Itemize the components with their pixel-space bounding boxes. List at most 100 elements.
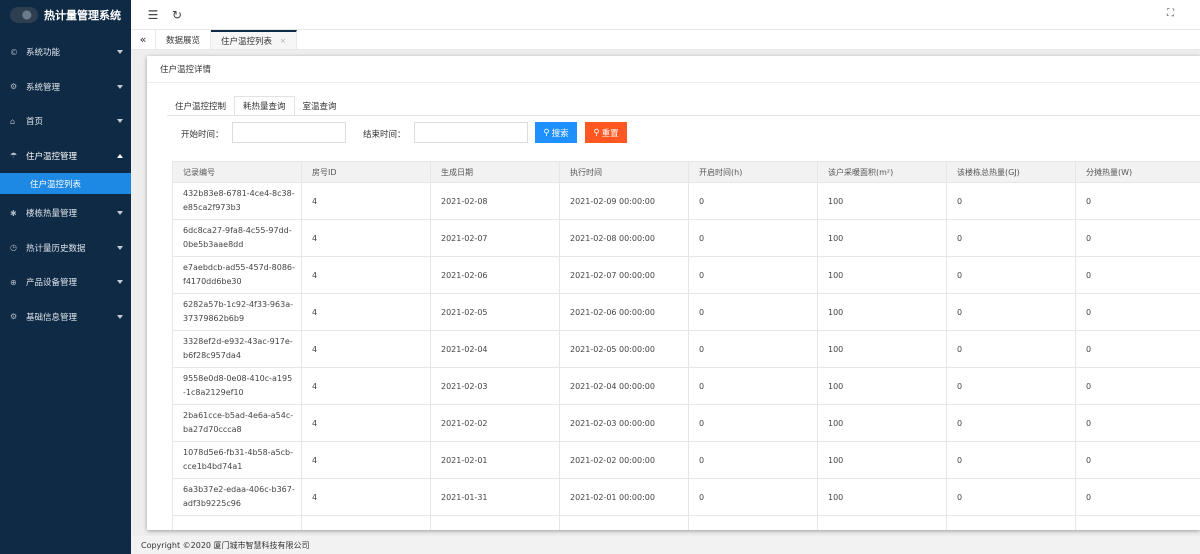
close-icon[interactable]: × xyxy=(280,37,286,45)
tabs-scroll-left-button[interactable]: « xyxy=(131,30,156,49)
cell-record-id: 1078d5e6-fb31-4b58-a5cb-cce1b4bd74a1 xyxy=(172,441,302,479)
sidebar-item-label: 系统功能 xyxy=(26,48,61,59)
chevron-down-icon xyxy=(117,119,123,124)
sidebar-item-heat-history[interactable]: ◷ 热计量历史数据 xyxy=(0,231,131,266)
main-content: 住户温控详情 住户温控控制 耗热量查询 室温查询 开始时间： 结束时间： ⚲ 搜索… xyxy=(131,50,1200,536)
gear-icon: ⚙ xyxy=(10,82,18,92)
sidebar-item-device-management[interactable]: ⊕ 产品设备管理 xyxy=(0,265,131,300)
cell-room-id xyxy=(301,515,431,530)
refresh-button[interactable]: ↻ xyxy=(167,5,187,25)
cell-building-heat: 0 xyxy=(946,219,1076,257)
cell-heating-area: 100 xyxy=(817,182,947,220)
topbar: ☰ ↻ ⛶ xyxy=(131,0,1200,29)
chevron-down-icon xyxy=(117,314,123,319)
cell-record-id: 6282a57b-1c92-4f33-963a-37379862b6b9 xyxy=(172,293,302,331)
tab-temp-control[interactable]: 住户温控控制 xyxy=(167,96,234,116)
table-row[interactable]: 6a3b37e2-edaa-406c-b367-adf3b9225c96 4 2… xyxy=(172,478,1200,516)
clock-icon: ◷ xyxy=(10,243,17,253)
cell-shared-heat: 0 xyxy=(1075,404,1200,442)
cell-exec-time: 2021-02-07 00:00:00 xyxy=(559,256,689,294)
table-row[interactable]: 1078d5e6-fb31-4b58-a5cb-cce1b4bd74a1 4 2… xyxy=(172,441,1200,479)
tab-household-temp-list[interactable]: 住户温控列表 × xyxy=(211,30,297,49)
double-chevron-left-icon: « xyxy=(139,33,147,46)
search-button[interactable]: ⚲ 搜索 xyxy=(535,122,577,143)
table-row[interactable]: e7aebdcb-ad55-457d-8086-f4170dd6be30 4 2… xyxy=(172,256,1200,294)
sidebar-item-building-heat[interactable]: ✱ 楼栋热量管理 xyxy=(0,196,131,231)
cell-heating-area xyxy=(817,515,947,530)
cell-generated-date: 2021-02-07 xyxy=(430,219,560,257)
tab-heat-consumption-query[interactable]: 耗热量查询 xyxy=(234,96,295,116)
sidebar-item-label: 热计量历史数据 xyxy=(26,243,86,254)
cell-generated-date xyxy=(430,515,560,530)
cell-record-id: 432b83e8-6781-4ce4-8c38-e85ca2f973b3 xyxy=(172,182,302,220)
sidebar-subitem-household-temp-list[interactable]: 住户温控列表 xyxy=(0,173,131,194)
cell-generated-date: 2021-02-01 xyxy=(430,441,560,479)
cell-building-heat xyxy=(946,515,1076,530)
cell-exec-time xyxy=(559,515,689,530)
cell-heating-area: 100 xyxy=(817,404,947,442)
menu-toggle-button[interactable]: ☰ xyxy=(143,5,163,25)
tab-label: 住户温控列表 xyxy=(221,36,273,47)
sidebar-item-label: 系统管理 xyxy=(26,82,61,93)
tab-room-temp-query[interactable]: 室温查询 xyxy=(295,96,345,116)
content-tabs: 住户温控控制 耗热量查询 室温查询 xyxy=(167,96,345,116)
cell-open-hours: 0 xyxy=(688,441,818,479)
cell-generated-date: 2021-02-02 xyxy=(430,404,560,442)
reset-button[interactable]: ⚲ 重置 xyxy=(585,122,627,143)
end-time-label: 结束时间： xyxy=(363,130,406,140)
column-header: 该户采暖面积(m²) xyxy=(817,161,947,183)
logo-icon xyxy=(10,6,38,23)
cell-room-id: 4 xyxy=(301,404,431,442)
search-icon: ⚲ xyxy=(543,127,550,138)
cell-shared-heat: 0 xyxy=(1075,330,1200,368)
cell-building-heat: 0 xyxy=(946,256,1076,294)
sidebar-item-household-temp-control[interactable]: ☂ 住户温控管理 xyxy=(0,139,131,174)
cell-record-id: 3328ef2d-e932-43ac-917e-b6f28c957da4 xyxy=(172,330,302,368)
umbrella-icon: ☂ xyxy=(10,151,18,161)
search-form: 开始时间： 结束时间： ⚲ 搜索 ⚲ 重置 xyxy=(147,122,1200,146)
cell-generated-date: 2021-01-31 xyxy=(430,478,560,516)
sidebar-item-home[interactable]: ⌂ 首页 xyxy=(0,104,131,139)
cell-record-id: 6a3b37e2-edaa-406c-b367-adf3b9225c96 xyxy=(172,478,302,516)
table-row[interactable]: 6dc8ca27-9fa8-4c55-97dd-0be5b3aae8dd 4 2… xyxy=(172,219,1200,257)
chevron-down-icon xyxy=(117,211,123,216)
column-header: 该楼栋总热量(GJ) xyxy=(946,161,1076,183)
table-row[interactable]: 6282a57b-1c92-4f33-963a-37379862b6b9 4 2… xyxy=(172,293,1200,331)
cell-record-id: e7aebdcb-ad55-457d-8086-f4170dd6be30 xyxy=(172,256,302,294)
cell-building-heat: 0 xyxy=(946,441,1076,479)
table-row[interactable]: 2ba61cce-b5ad-4e6a-a54c-ba27d70ccca8 4 2… xyxy=(172,404,1200,442)
gear-icon: ⚙ xyxy=(10,312,18,322)
fullscreen-button[interactable]: ⛶ xyxy=(1167,8,1174,19)
sidebar-item-basic-info[interactable]: ⚙ 基础信息管理 xyxy=(0,300,131,335)
sidebar-item-label: 基础信息管理 xyxy=(26,312,78,323)
search-button-label: 搜索 xyxy=(551,128,569,139)
cell-building-heat: 0 xyxy=(946,293,1076,331)
reset-button-label: 重置 xyxy=(601,128,619,139)
table-row[interactable]: 3328ef2d-e932-43ac-917e-b6f28c957da4 4 2… xyxy=(172,330,1200,368)
cell-open-hours: 0 xyxy=(688,293,818,331)
compass-icon: ⊕ xyxy=(10,277,17,287)
cell-heating-area: 100 xyxy=(817,219,947,257)
cell-room-id: 4 xyxy=(301,293,431,331)
start-time-input[interactable] xyxy=(232,122,346,143)
table-row[interactable]: f9c2b08d-a7e5-449a-ad28- xyxy=(172,515,1200,530)
column-header: 记录编号 xyxy=(172,161,302,183)
cell-open-hours xyxy=(688,515,818,530)
tab-label: 数据展览 xyxy=(166,35,201,46)
end-time-input[interactable] xyxy=(414,122,528,143)
cell-building-heat: 0 xyxy=(946,478,1076,516)
sidebar-item-system-functions[interactable]: © 系统功能 xyxy=(0,35,131,70)
cell-room-id: 4 xyxy=(301,441,431,479)
table-row[interactable]: 9558e0d8-0e08-410c-a195-1c8a2129ef10 4 2… xyxy=(172,367,1200,405)
tab-data-overview[interactable]: 数据展览 xyxy=(156,30,212,49)
data-table: 记录编号 房号ID 生成日期 执行时间 开启时间(h) 该户采暖面积(m²) 该… xyxy=(172,161,1200,530)
cell-exec-time: 2021-02-03 00:00:00 xyxy=(559,404,689,442)
cell-exec-time: 2021-02-08 00:00:00 xyxy=(559,219,689,257)
cell-heating-area: 100 xyxy=(817,367,947,405)
chevron-down-icon xyxy=(117,245,123,250)
menu-fold-icon: ☰ xyxy=(147,7,159,22)
cell-shared-heat xyxy=(1075,515,1200,530)
sidebar-item-system-management[interactable]: ⚙ 系统管理 xyxy=(0,70,131,105)
table-row[interactable]: 432b83e8-6781-4ce4-8c38-e85ca2f973b3 4 2… xyxy=(172,182,1200,220)
sidebar-item-label: 首页 xyxy=(26,117,44,128)
